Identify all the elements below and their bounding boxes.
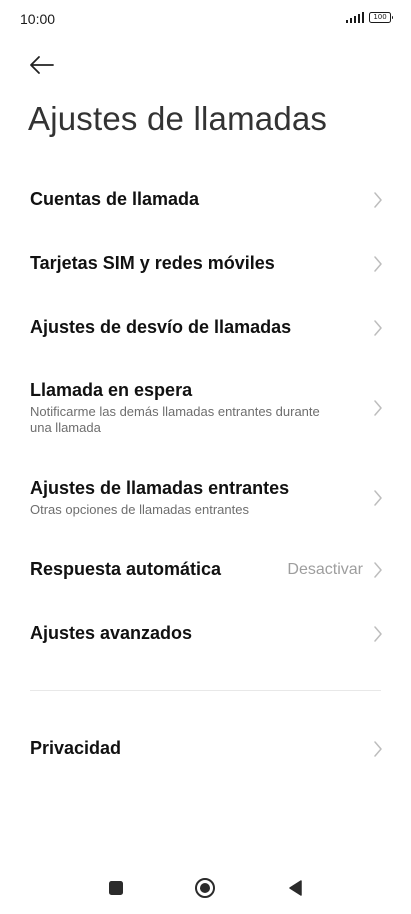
status-time: 10:00 bbox=[20, 11, 56, 27]
item-title: Cuentas de llamada bbox=[30, 189, 200, 209]
arrow-left-icon bbox=[30, 56, 54, 74]
chevron-right-icon bbox=[374, 490, 382, 506]
item-title: Ajustes de llamadas entrantes bbox=[30, 478, 290, 498]
item-title: Llamada en espera bbox=[30, 380, 193, 400]
item-tarjetas-sim[interactable]: Tarjetas SIM y redes móviles bbox=[0, 240, 411, 288]
item-title: Tarjetas SIM y redes móviles bbox=[30, 253, 275, 273]
item-subtitle: Notificarme las demás llamadas entrantes… bbox=[30, 404, 320, 435]
section-divider bbox=[30, 690, 381, 691]
status-icons: 100 bbox=[345, 12, 393, 23]
back-button[interactable] bbox=[26, 50, 58, 80]
status-bar: 10:00 100 bbox=[0, 0, 411, 40]
item-title: Ajustes de desvío de llamadas bbox=[30, 317, 292, 337]
chevron-right-icon bbox=[374, 256, 382, 272]
page-title: Ajustes de llamadas bbox=[28, 100, 328, 137]
item-ajustes-desvio[interactable]: Ajustes de desvío de llamadas bbox=[0, 304, 411, 352]
chevron-right-icon bbox=[374, 320, 382, 336]
item-respuesta-automatica[interactable]: Respuesta automática Desactivar bbox=[0, 546, 411, 594]
item-cuentas-de-llamada[interactable]: Cuentas de llamada bbox=[0, 176, 411, 224]
chevron-right-icon bbox=[374, 562, 382, 578]
item-llamada-en-espera[interactable]: Llamada en espera Notificarme las demás … bbox=[0, 370, 411, 448]
chevron-right-icon bbox=[374, 626, 382, 642]
triangle-back-icon bbox=[289, 880, 302, 896]
battery-level: 100 bbox=[373, 13, 387, 21]
item-llamadas-entrantes[interactable]: Ajustes de llamadas entrantes Otras opci… bbox=[0, 470, 411, 526]
chevron-right-icon bbox=[374, 192, 382, 208]
item-subtitle: Otras opciones de llamadas entrantes bbox=[30, 502, 249, 517]
signal-bars-icon bbox=[345, 12, 364, 23]
nav-back-button[interactable] bbox=[283, 876, 307, 900]
item-value: Desactivar bbox=[287, 561, 363, 578]
circle-home-icon bbox=[195, 878, 215, 898]
recents-button[interactable] bbox=[104, 876, 128, 900]
item-ajustes-avanzados[interactable]: Ajustes avanzados bbox=[0, 610, 411, 658]
item-title: Ajustes avanzados bbox=[30, 623, 193, 643]
item-privacidad[interactable]: Privacidad bbox=[0, 725, 411, 773]
home-button[interactable] bbox=[193, 876, 217, 900]
chevron-right-icon bbox=[374, 400, 382, 416]
chevron-right-icon bbox=[374, 741, 382, 757]
battery-icon: 100 bbox=[369, 12, 393, 23]
item-title: Privacidad bbox=[30, 738, 122, 758]
system-nav-bar bbox=[0, 862, 411, 914]
square-icon bbox=[109, 881, 123, 895]
